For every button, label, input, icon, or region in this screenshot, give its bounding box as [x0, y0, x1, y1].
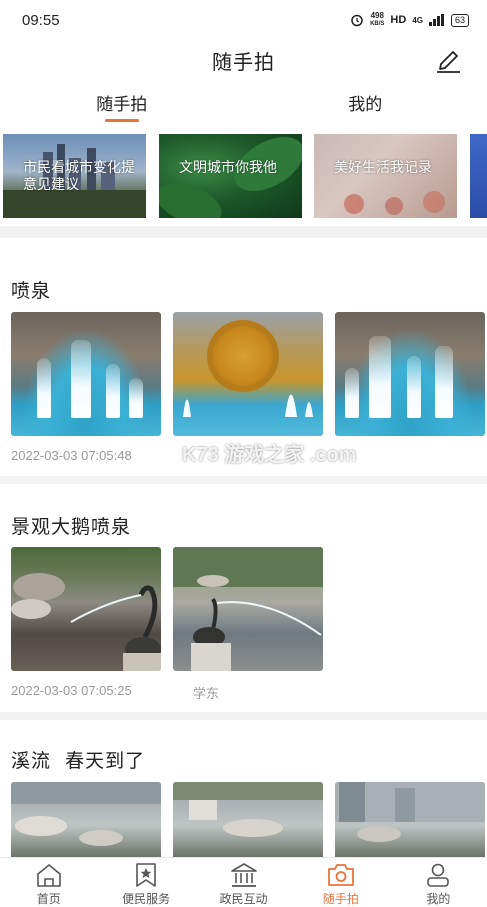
nav-mine[interactable]: 我的 — [390, 858, 487, 907]
edit-button[interactable] — [431, 42, 465, 76]
tab-label: 我的 — [348, 95, 383, 115]
stream-rocks-image — [173, 782, 323, 837]
post-timestamp: 2022-03-03 07:05:25 — [11, 683, 132, 698]
battery-icon: 63 — [450, 13, 469, 27]
signal-icon — [428, 14, 444, 26]
status-bar: 09:55 498 KB/S HD 4G 63 — [0, 0, 487, 40]
fountain-jet — [369, 336, 391, 418]
status-time: 09:55 — [22, 11, 60, 29]
fountain-jet — [345, 368, 359, 418]
nav-suishoupai[interactable]: 随手拍 — [292, 858, 389, 907]
water-jets-image — [183, 394, 313, 417]
home-icon — [36, 864, 61, 887]
banner-text: 文明城市你我他 — [179, 160, 277, 176]
banner-civilized-city[interactable]: 文明城市你我他 — [159, 134, 302, 218]
post-title: 喷泉 — [11, 280, 52, 302]
nav-label: 便民服务 — [122, 892, 171, 906]
hd-indicator: HD — [390, 14, 407, 26]
nav-label: 政民互动 — [219, 892, 268, 906]
post-card[interactable]: 景观大鹅喷泉 2022-03-03 07:05:25 学东 — [0, 484, 487, 712]
post-photo[interactable] — [11, 312, 161, 436]
nav-services[interactable]: 便民服务 — [97, 858, 194, 907]
tab-bar: 随手拍 我的 — [0, 80, 487, 124]
government-building-icon — [230, 863, 257, 887]
fountain-jet — [37, 358, 51, 418]
title-bar: 随手拍 — [0, 40, 487, 80]
fountain-jet — [407, 356, 421, 418]
swan-sculpture-image — [173, 547, 323, 671]
user-icon — [427, 863, 450, 887]
post-title: 溪流 春天到了 — [11, 750, 146, 772]
post-photo[interactable] — [335, 782, 485, 857]
network-speed: 498 KB/S — [370, 12, 384, 28]
banner-city-suggestions[interactable]: 市民看城市变化提意见建议 — [3, 134, 146, 218]
nav-label: 我的 — [426, 892, 451, 906]
nav-label: 随手拍 — [322, 892, 359, 906]
post-author: 学东 — [193, 686, 220, 701]
bookmark-star-icon — [136, 863, 156, 887]
stream-rocks-image — [11, 782, 161, 846]
post-card[interactable]: 喷泉 2022-03-03 07:05:48 K73 游戏之家 .com — [0, 238, 487, 476]
pencil-icon — [437, 51, 460, 73]
post-photo[interactable] — [173, 782, 323, 857]
speed-unit: KB/S — [370, 21, 385, 27]
post-photo[interactable] — [335, 312, 485, 436]
tab-label: 随手拍 — [96, 95, 148, 115]
network-type: 4G — [412, 15, 423, 25]
nav-interaction[interactable]: 政民互动 — [195, 858, 292, 907]
post-photo[interactable] — [173, 312, 323, 436]
fountain-jet — [129, 378, 143, 418]
page-title: 随手拍 — [212, 49, 275, 74]
status-indicators: 498 KB/S HD 4G 63 — [350, 12, 469, 28]
speed-value: 498 — [370, 11, 384, 20]
post-title: 景观大鹅喷泉 — [11, 516, 132, 538]
alarm-icon — [351, 14, 363, 27]
bottom-nav: 首页 便民服务 政民互动 随手拍 我的 — [0, 857, 487, 907]
tab-mine[interactable]: 我的 — [244, 80, 487, 124]
post-timestamp: 2022-03-03 07:05:48 — [11, 448, 132, 463]
post-photo[interactable] — [173, 547, 323, 671]
swan-sculpture-image — [11, 573, 161, 671]
nav-home[interactable]: 首页 — [0, 858, 97, 907]
fountain-jet — [71, 340, 91, 418]
post-card[interactable]: 溪流 春天到了 — [0, 720, 487, 857]
nav-label: 首页 — [36, 892, 61, 906]
fountain-jet — [106, 364, 120, 418]
banner-next-partial[interactable] — [470, 134, 487, 218]
post-photo[interactable] — [11, 547, 161, 671]
banner-text: 美好生活我记录 — [334, 160, 432, 176]
topic-banner-carousel: 市民看城市变化提意见建议 文明城市你我他 美好生活我记录 — [0, 124, 487, 226]
camera-icon — [328, 864, 354, 886]
k73-watermark: K73 游戏之家 .com — [182, 444, 357, 466]
stream-rocks-image — [335, 782, 485, 842]
post-photo[interactable] — [11, 782, 161, 857]
battery-level: 63 — [454, 14, 465, 25]
banner-good-life[interactable]: 美好生活我记录 — [314, 134, 457, 218]
banner-text: 市民看城市变化提意见建议 — [23, 160, 135, 193]
tab-suishoupai[interactable]: 随手拍 — [0, 80, 244, 124]
fountain-jet — [435, 346, 453, 418]
